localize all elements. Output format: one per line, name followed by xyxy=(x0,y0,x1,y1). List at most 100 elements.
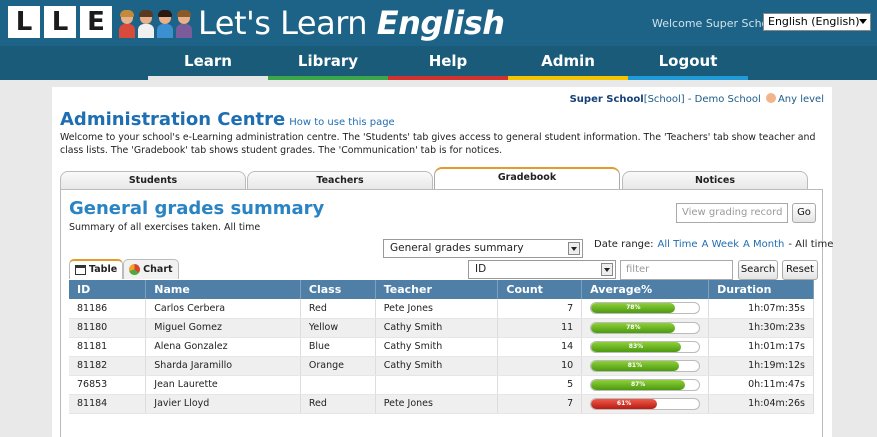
cell-teacher: Cathy Smith xyxy=(375,356,499,376)
column-header-teacher[interactable]: Teacher xyxy=(375,280,499,299)
school-suffix: [School] - Demo School xyxy=(643,94,761,105)
grades-table: ID Name Class Teacher Count Average% Dur… xyxy=(69,280,814,414)
cell-id: 81181 xyxy=(69,337,147,357)
table-row[interactable]: 81180 Miguel Gomez Yellow Cathy Smith 11 78% 1… xyxy=(69,318,814,338)
filter-input[interactable]: filter xyxy=(620,260,733,280)
school-name[interactable]: Super School xyxy=(570,94,644,105)
cell-count: 7 xyxy=(497,299,583,319)
table-body: 81186 Carlos Cerbera Red Pete Jones 7 78% 1h:0… xyxy=(69,299,814,414)
logo-letter: E xyxy=(80,6,112,38)
date-range: Date range: All Time A Week A Month - All ti… xyxy=(594,239,833,250)
column-header-name[interactable]: Name xyxy=(145,280,301,299)
gradebook-title: General grades summary xyxy=(69,198,325,219)
average-progress-bar: 87% xyxy=(590,378,701,391)
pie-chart-icon xyxy=(129,264,141,275)
cell-count: 10 xyxy=(497,356,583,376)
student-figure-icon xyxy=(118,10,136,38)
average-progress-bar: 83% xyxy=(590,340,701,353)
cell-duration: 1h:30m:23s xyxy=(708,318,814,338)
average-progress-label: 83% xyxy=(628,342,644,350)
range-month-link[interactable]: A Month xyxy=(743,239,784,250)
view-record-input[interactable]: View grading record xyxy=(676,203,788,223)
chevron-down-icon xyxy=(601,263,613,276)
column-header-id[interactable]: ID xyxy=(69,280,147,299)
tab-students[interactable]: Students xyxy=(60,171,246,190)
cell-duration: 1h:01m:17s xyxy=(708,337,814,357)
chart-view-tab[interactable]: Chart xyxy=(123,259,179,279)
howto-link[interactable]: How to use this page xyxy=(289,117,395,128)
site-title: Let's Learn English xyxy=(198,4,505,42)
cell-count: 11 xyxy=(497,318,583,338)
cell-duration: 1h:19m:12s xyxy=(708,356,814,376)
cell-id: 81186 xyxy=(69,299,147,319)
main-nav: Learn Library Help Admin Logout xyxy=(148,46,748,80)
cell-id: 76853 xyxy=(69,375,147,395)
cell-name: Sharda Jaramillo xyxy=(145,356,301,376)
table-row[interactable]: 76853 Jean Laurette 5 87% 0h:11m:47s xyxy=(69,375,814,395)
cell-teacher: Cathy Smith xyxy=(375,337,499,357)
cell-class: Red xyxy=(300,394,376,414)
cell-average: 78% xyxy=(581,299,710,319)
filter-placeholder: filter xyxy=(626,264,650,275)
nav-learn[interactable]: Learn xyxy=(148,46,268,80)
page-title: Administration Centre How to use this pag… xyxy=(60,109,395,130)
cell-name: Alena Gonzalez xyxy=(145,337,301,357)
language-select[interactable]: English (English) xyxy=(763,13,871,31)
cell-id: 81184 xyxy=(69,394,147,414)
cell-name: Carlos Cerbera xyxy=(145,299,301,319)
site-title-emphasis: English xyxy=(376,4,505,42)
student-figure-icon xyxy=(156,10,174,38)
column-header-class[interactable]: Class xyxy=(300,280,376,299)
cell-id: 81182 xyxy=(69,356,147,376)
table-row[interactable]: 81182 Sharda Jaramillo Orange Cathy Smith 10… xyxy=(69,356,814,376)
logo-letter: L xyxy=(44,6,76,38)
table-icon xyxy=(75,265,86,275)
lle-logo[interactable]: L L E xyxy=(8,6,112,38)
page-title-text: Administration Centre xyxy=(60,109,286,130)
intro-text: Welcome to your school's e-Learning admi… xyxy=(60,132,816,156)
cell-count: 14 xyxy=(497,337,583,357)
level-text[interactable]: Any level xyxy=(778,94,824,105)
tab-gradebook[interactable]: Gradebook xyxy=(434,167,620,190)
table-row[interactable]: 81181 Alena Gonzalez Blue Cathy Smith 14 83% 1… xyxy=(69,337,814,357)
column-header-duration[interactable]: Duration xyxy=(708,280,814,299)
student-figure-icon xyxy=(137,10,155,38)
cell-duration: 1h:04m:26s xyxy=(708,394,814,414)
level-icon xyxy=(765,93,776,103)
cell-average: 87% xyxy=(581,375,710,395)
filter-field-select[interactable]: ID xyxy=(468,260,616,279)
view-record-placeholder: View grading record xyxy=(682,207,783,218)
table-view-tab[interactable]: Table xyxy=(69,259,124,279)
chart-tab-label: Chart xyxy=(143,263,173,275)
table-row[interactable]: 81186 Carlos Cerbera Red Pete Jones 7 78% 1h:0… xyxy=(69,299,814,319)
admin-card: Super School[School] - Demo School Any l… xyxy=(52,87,833,437)
summary-select[interactable]: General grades summary xyxy=(383,239,583,258)
nav-help[interactable]: Help xyxy=(388,46,508,80)
range-all-time-link[interactable]: All Time xyxy=(658,239,698,250)
view-tabs: Table Chart xyxy=(69,259,179,279)
top-bar: L L E Let's Learn English Welcome Super … xyxy=(0,0,877,46)
search-button[interactable]: Search xyxy=(738,260,778,280)
range-week-link[interactable]: A Week xyxy=(702,239,739,250)
students-illustration xyxy=(118,10,193,38)
cell-duration: 0h:11m:47s xyxy=(708,375,814,395)
nav-library[interactable]: Library xyxy=(268,46,388,80)
site-title-prefix: Let's Learn xyxy=(198,4,377,42)
tab-notices[interactable]: Notices xyxy=(622,171,808,190)
school-info: Super School[School] - Demo School Any l… xyxy=(570,93,824,105)
reset-button[interactable]: Reset xyxy=(782,260,818,280)
column-header-average[interactable]: Average% xyxy=(581,280,710,299)
tab-teachers[interactable]: Teachers xyxy=(247,171,433,190)
cell-name: Jean Laurette xyxy=(145,375,301,395)
cell-duration: 1h:07m:35s xyxy=(708,299,814,319)
average-progress-bar: 81% xyxy=(590,359,701,372)
cell-id: 81180 xyxy=(69,318,147,338)
average-progress-label: 81% xyxy=(627,361,643,369)
nav-admin[interactable]: Admin xyxy=(508,46,628,80)
table-row[interactable]: 81184 Javier Lloyd Red Pete Jones 7 61% 1h:04m… xyxy=(69,394,814,414)
gradebook-panel: General grades summary Summary of all ex… xyxy=(60,189,833,437)
column-header-count[interactable]: Count xyxy=(497,280,583,299)
nav-logout[interactable]: Logout xyxy=(628,46,748,80)
cell-class: Yellow xyxy=(300,318,376,338)
go-button[interactable]: Go xyxy=(792,203,816,223)
